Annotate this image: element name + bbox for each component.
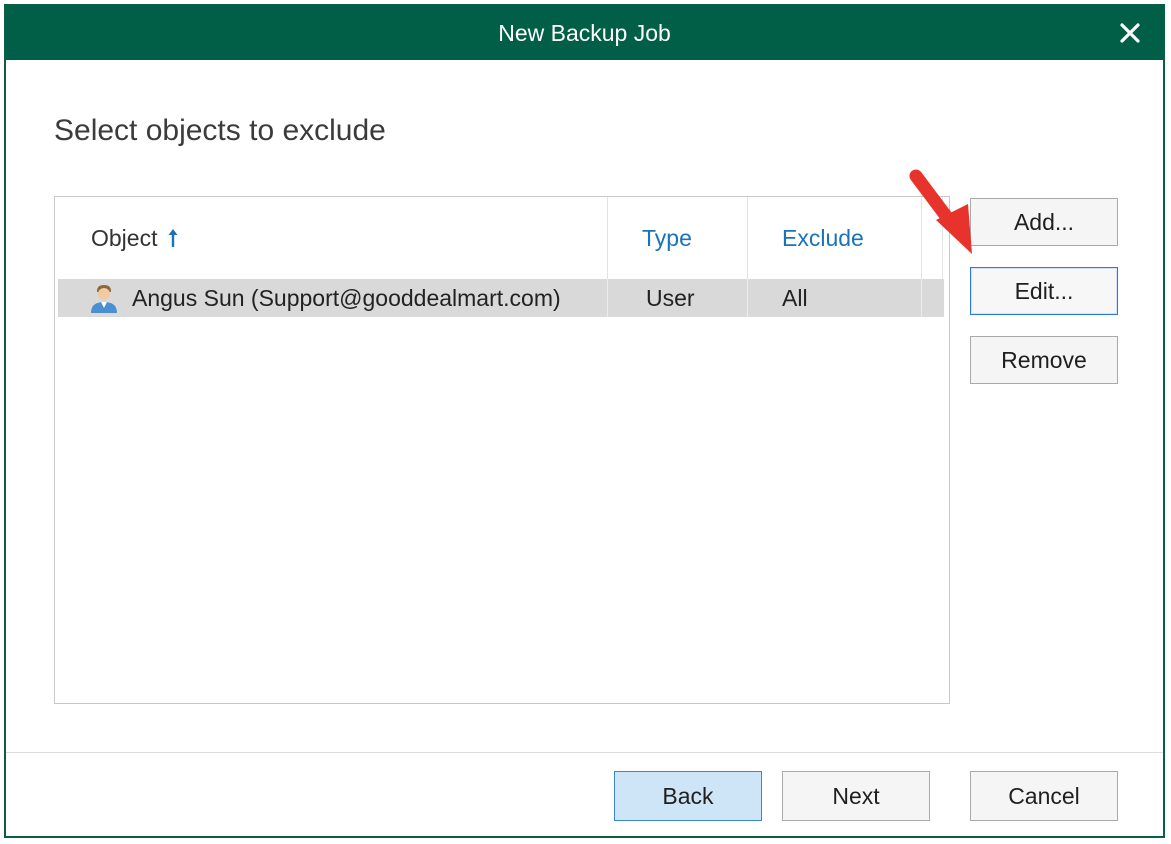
cancel-button[interactable]: Cancel	[970, 771, 1118, 821]
sort-ascending-icon	[167, 227, 179, 249]
remove-button[interactable]: Remove	[970, 336, 1118, 384]
cell-object-text: Angus Sun (Support@gooddealmart.com)	[132, 284, 561, 311]
edit-button[interactable]: Edit...	[970, 267, 1118, 315]
annotation-arrow-icon	[909, 169, 972, 254]
column-header-object-label: Object	[91, 224, 158, 251]
dialog-window: New Backup Job Select objects to exclude…	[4, 4, 1165, 838]
cell-spacer	[921, 279, 944, 317]
exclusions-list[interactable]: Object Type Exclude Angus Sun (Support@g…	[54, 196, 950, 704]
cell-type-text: User	[646, 284, 695, 311]
list-header: Object Type Exclude	[55, 197, 949, 279]
window-title: New Backup Job	[498, 19, 671, 46]
cell-type: User	[607, 279, 747, 317]
cell-exclude-text: All	[782, 284, 808, 311]
table-row[interactable]: Angus Sun (Support@gooddealmart.com) Use…	[58, 279, 944, 317]
column-header-type-label: Type	[642, 224, 692, 251]
column-header-type[interactable]: Type	[607, 197, 747, 279]
footer-divider	[6, 752, 1163, 753]
title-bar: New Backup Job	[6, 6, 1163, 60]
cell-object: Angus Sun (Support@gooddealmart.com)	[58, 279, 607, 317]
back-button[interactable]: Back	[614, 771, 762, 821]
column-header-exclude[interactable]: Exclude	[747, 197, 921, 279]
column-header-exclude-label: Exclude	[782, 224, 864, 251]
page-heading: Select objects to exclude	[54, 114, 386, 147]
add-button[interactable]: Add...	[970, 198, 1118, 246]
next-button[interactable]: Next	[782, 771, 930, 821]
column-header-object[interactable]: Object	[55, 197, 607, 279]
cell-exclude: All	[747, 279, 921, 317]
user-icon	[88, 282, 120, 314]
close-icon[interactable]	[1115, 18, 1145, 48]
